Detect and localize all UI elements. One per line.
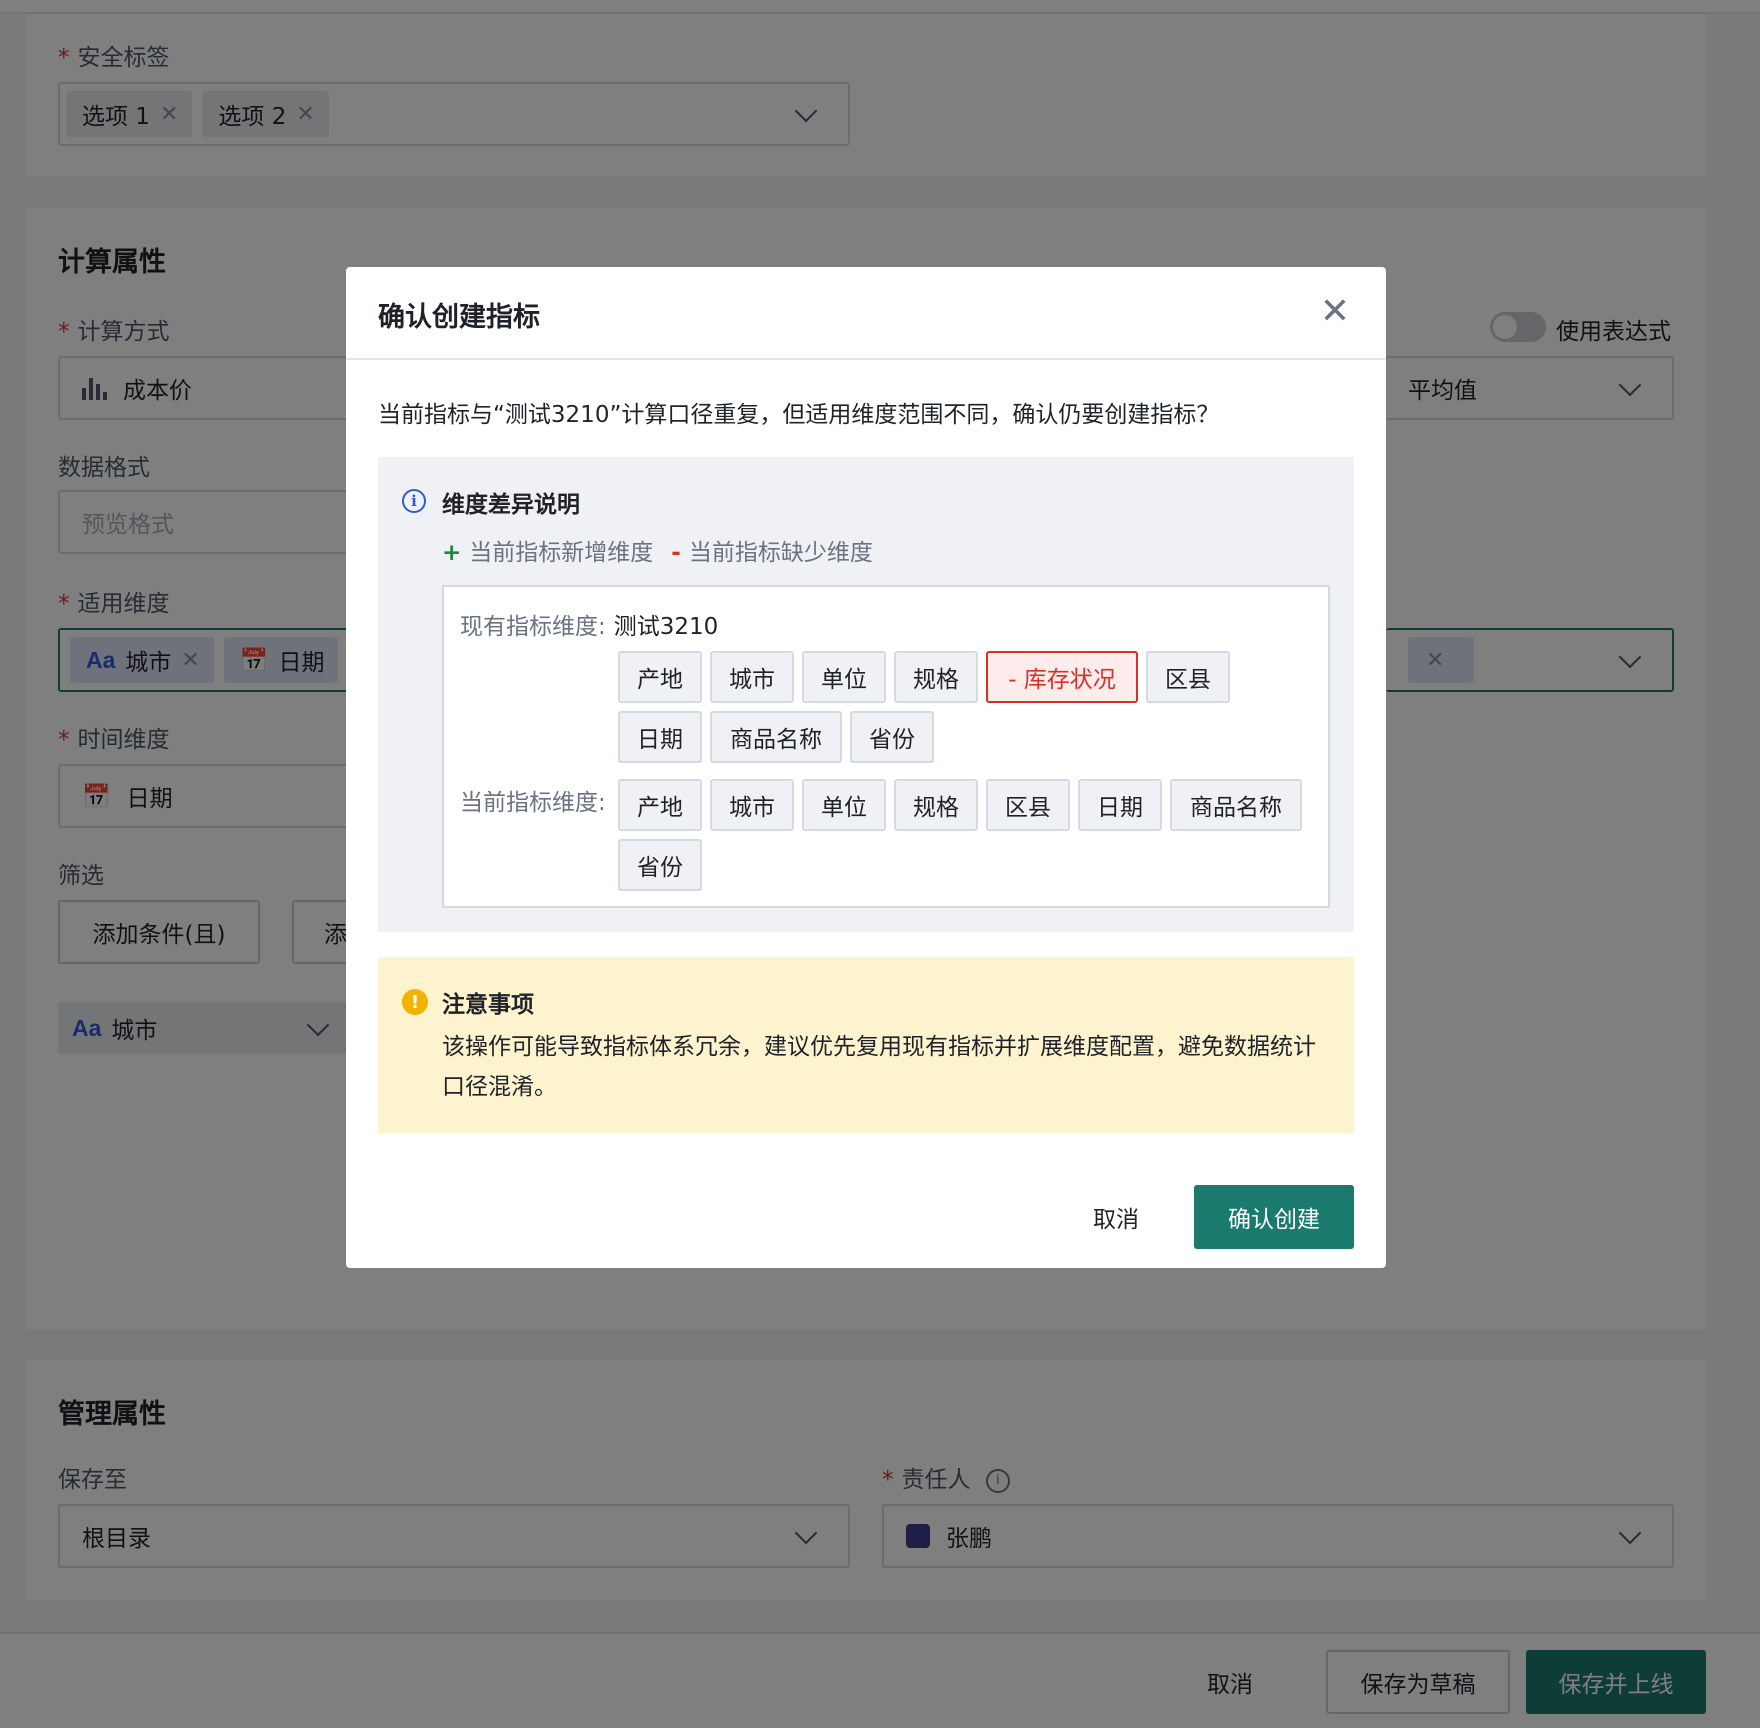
current-dim-tag: 城市: [710, 779, 794, 831]
existing-dim-tag: 单位: [802, 651, 886, 703]
existing-dims-label: 现有指标维度: 测试3210: [460, 614, 719, 640]
diff-panel: i 维度差异说明 + 当前指标新增维度 - 当前指标缺少维度 现有指标维度: 测试321…: [378, 457, 1354, 932]
divider: [346, 358, 1386, 360]
removed-dim-tag: - 库存状况: [986, 651, 1138, 703]
minus-icon: -: [671, 540, 681, 566]
current-dims-label: 当前指标维度:: [460, 790, 606, 816]
notice-panel: ! 注意事项 该操作可能导致指标体系冗余，建议优先复用现有指标并扩展维度配置，避…: [378, 957, 1354, 1133]
existing-dim-tag: 省份: [850, 711, 934, 763]
current-dim-tag: 产地: [618, 779, 702, 831]
existing-dim-tag: 规格: [894, 651, 978, 703]
info-icon: i: [402, 489, 426, 513]
current-dim-tag: 区县: [986, 779, 1070, 831]
confirm-modal: 确认创建指标 ✕ 当前指标与“测试3210”计算口径重复，但适用维度范围不同，确…: [346, 267, 1386, 1268]
dimension-compare-panel: 现有指标维度: 测试3210 产地 城市 单位 规格 - 库存状况 区县 日期 商…: [442, 585, 1330, 908]
current-dim-tag: 单位: [802, 779, 886, 831]
notice-text: 该操作可能导致指标体系冗余，建议优先复用现有指标并扩展维度配置，避免数据统计口径…: [442, 1034, 1316, 1100]
current-dim-tag: 规格: [894, 779, 978, 831]
existing-metric-name: 测试3210: [613, 614, 719, 640]
modal-cancel-button[interactable]: 取消: [1046, 1185, 1186, 1249]
confirm-create-button[interactable]: 确认创建: [1194, 1185, 1354, 1249]
modal-message: 当前指标与“测试3210”计算口径重复，但适用维度范围不同，确认仍要创建指标？: [378, 402, 1220, 428]
existing-dim-tag: 城市: [710, 651, 794, 703]
modal-title: 确认创建指标: [378, 302, 540, 333]
diff-title: 维度差异说明: [442, 492, 580, 518]
existing-dim-tag: 商品名称: [710, 711, 842, 763]
current-dim-tag: 省份: [618, 839, 702, 891]
existing-dim-tag: 日期: [618, 711, 702, 763]
existing-dim-tag: 区县: [1146, 651, 1230, 703]
close-icon[interactable]: ✕: [1318, 294, 1352, 330]
diff-legend: + 当前指标新增维度 - 当前指标缺少维度: [442, 540, 873, 566]
plus-icon: +: [442, 540, 462, 566]
warning-icon: !: [402, 989, 428, 1015]
existing-dim-tag: 产地: [618, 651, 702, 703]
current-dim-tag: 商品名称: [1170, 779, 1302, 831]
current-dim-tag: 日期: [1078, 779, 1162, 831]
notice-title: 注意事项: [442, 992, 534, 1018]
